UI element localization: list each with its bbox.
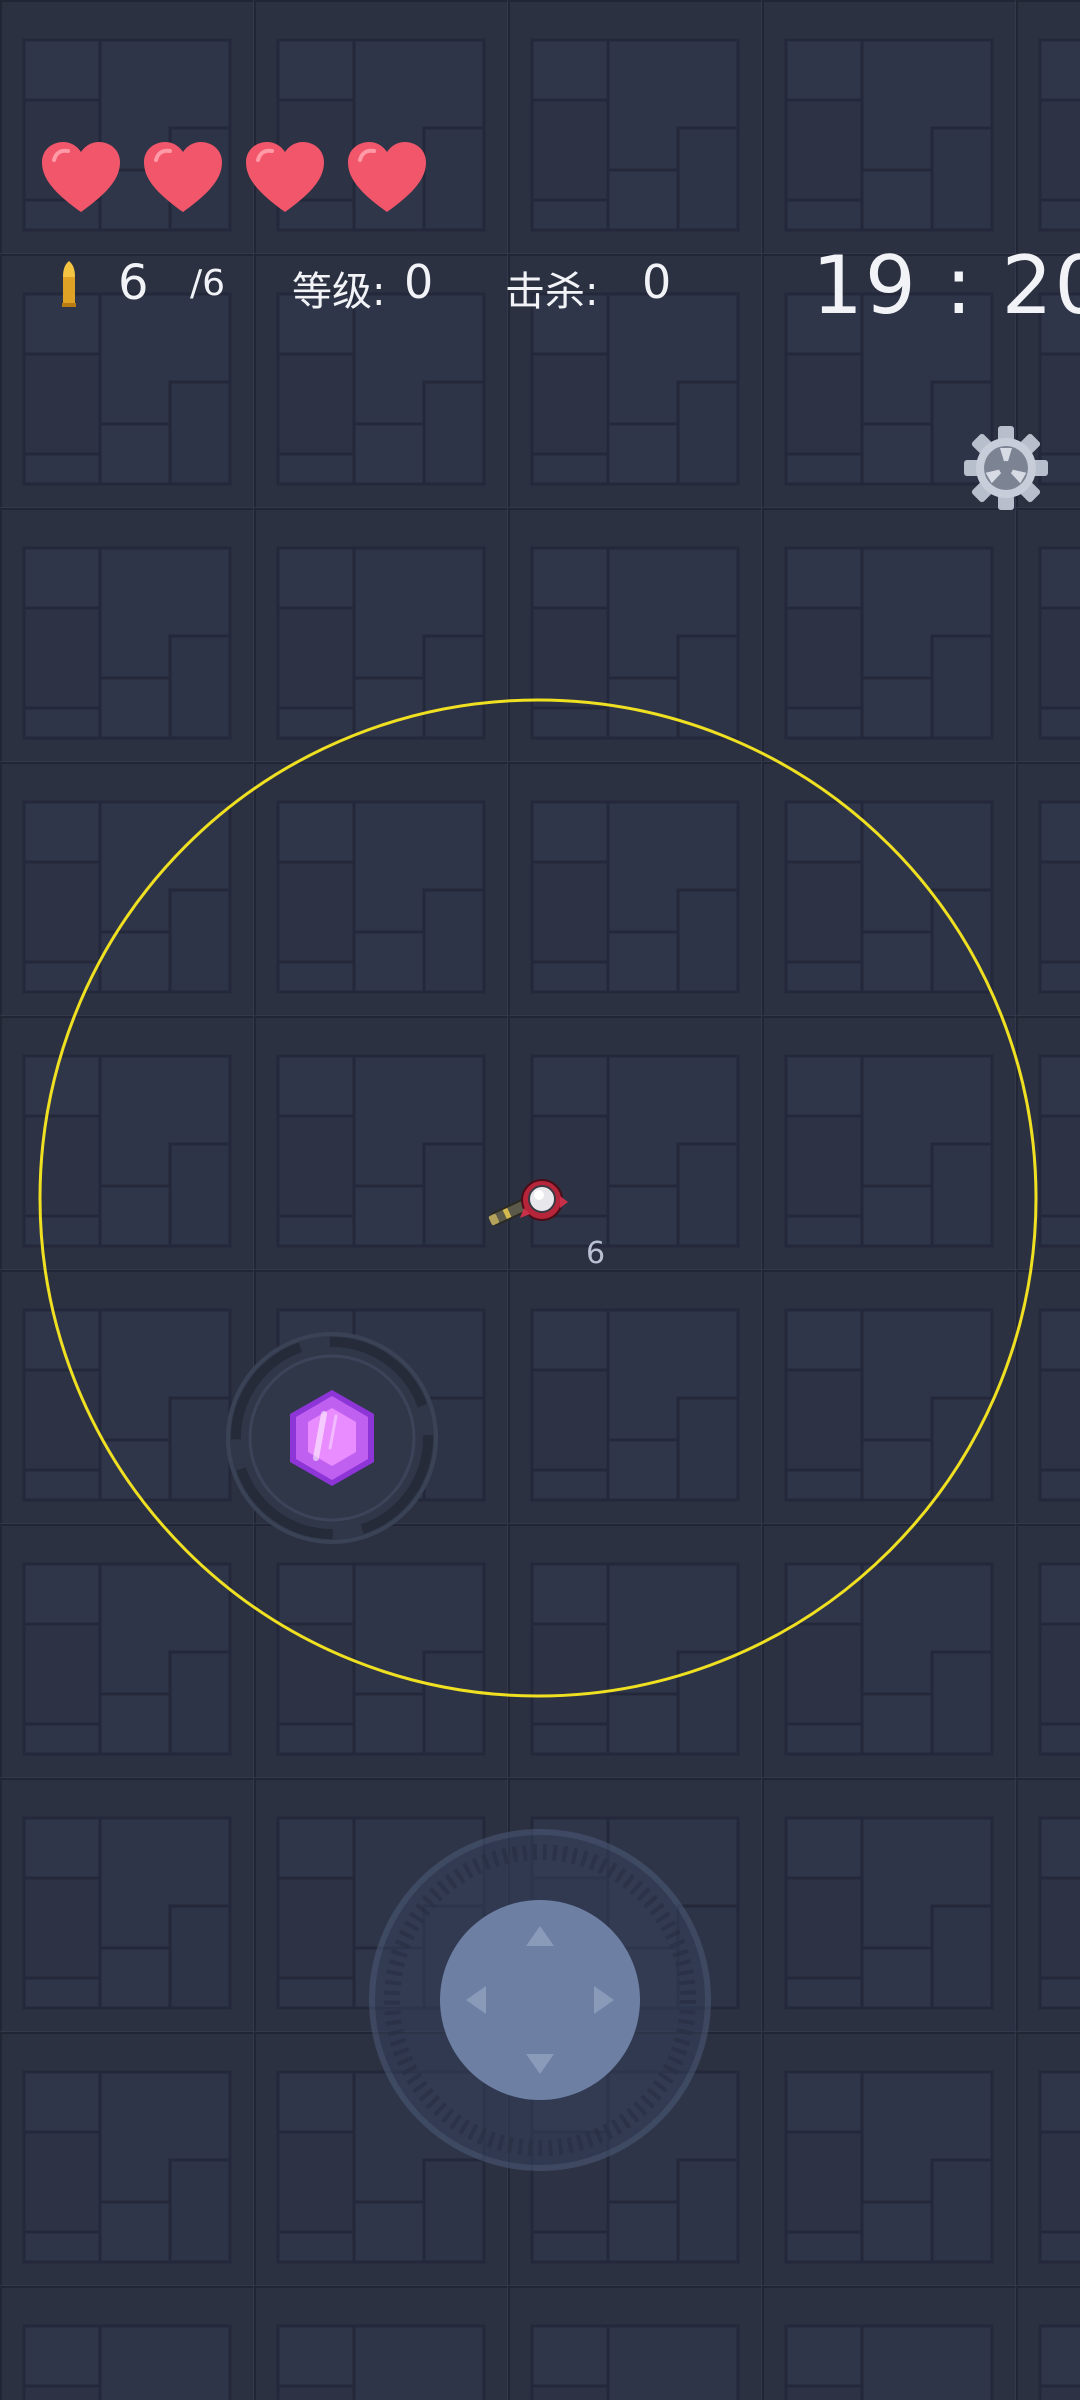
- virtual-joystick[interactable]: [368, 1828, 712, 2172]
- game-timer: 19 : 20: [812, 239, 1080, 332]
- gear-icon[interactable]: [962, 424, 1050, 512]
- skill-button[interactable]: [222, 1328, 442, 1548]
- level-value: 0: [404, 255, 434, 309]
- kills-value: 0: [642, 255, 672, 309]
- heart-icon: [144, 142, 222, 212]
- heart-icon: [348, 142, 426, 212]
- level-label: 等级:: [292, 269, 386, 315]
- hud-stats-bar: 6 /6 等级: 0 击杀: 0 19 : 20: [0, 239, 1080, 332]
- ammo-current: 6: [118, 255, 149, 311]
- heart-icon: [42, 142, 120, 212]
- bullet-icon: [62, 261, 76, 307]
- heart-icon: [246, 142, 324, 212]
- kills-label: 击杀:: [505, 269, 599, 315]
- player-character: [488, 1179, 568, 1226]
- game-screen: 6 /6 等级: 0 击杀: 0 19 : 20 6: [0, 0, 1080, 2400]
- ammo-max: /6: [190, 263, 226, 304]
- lives-display: [40, 140, 428, 216]
- player-ammo-count: 6: [586, 1236, 606, 1271]
